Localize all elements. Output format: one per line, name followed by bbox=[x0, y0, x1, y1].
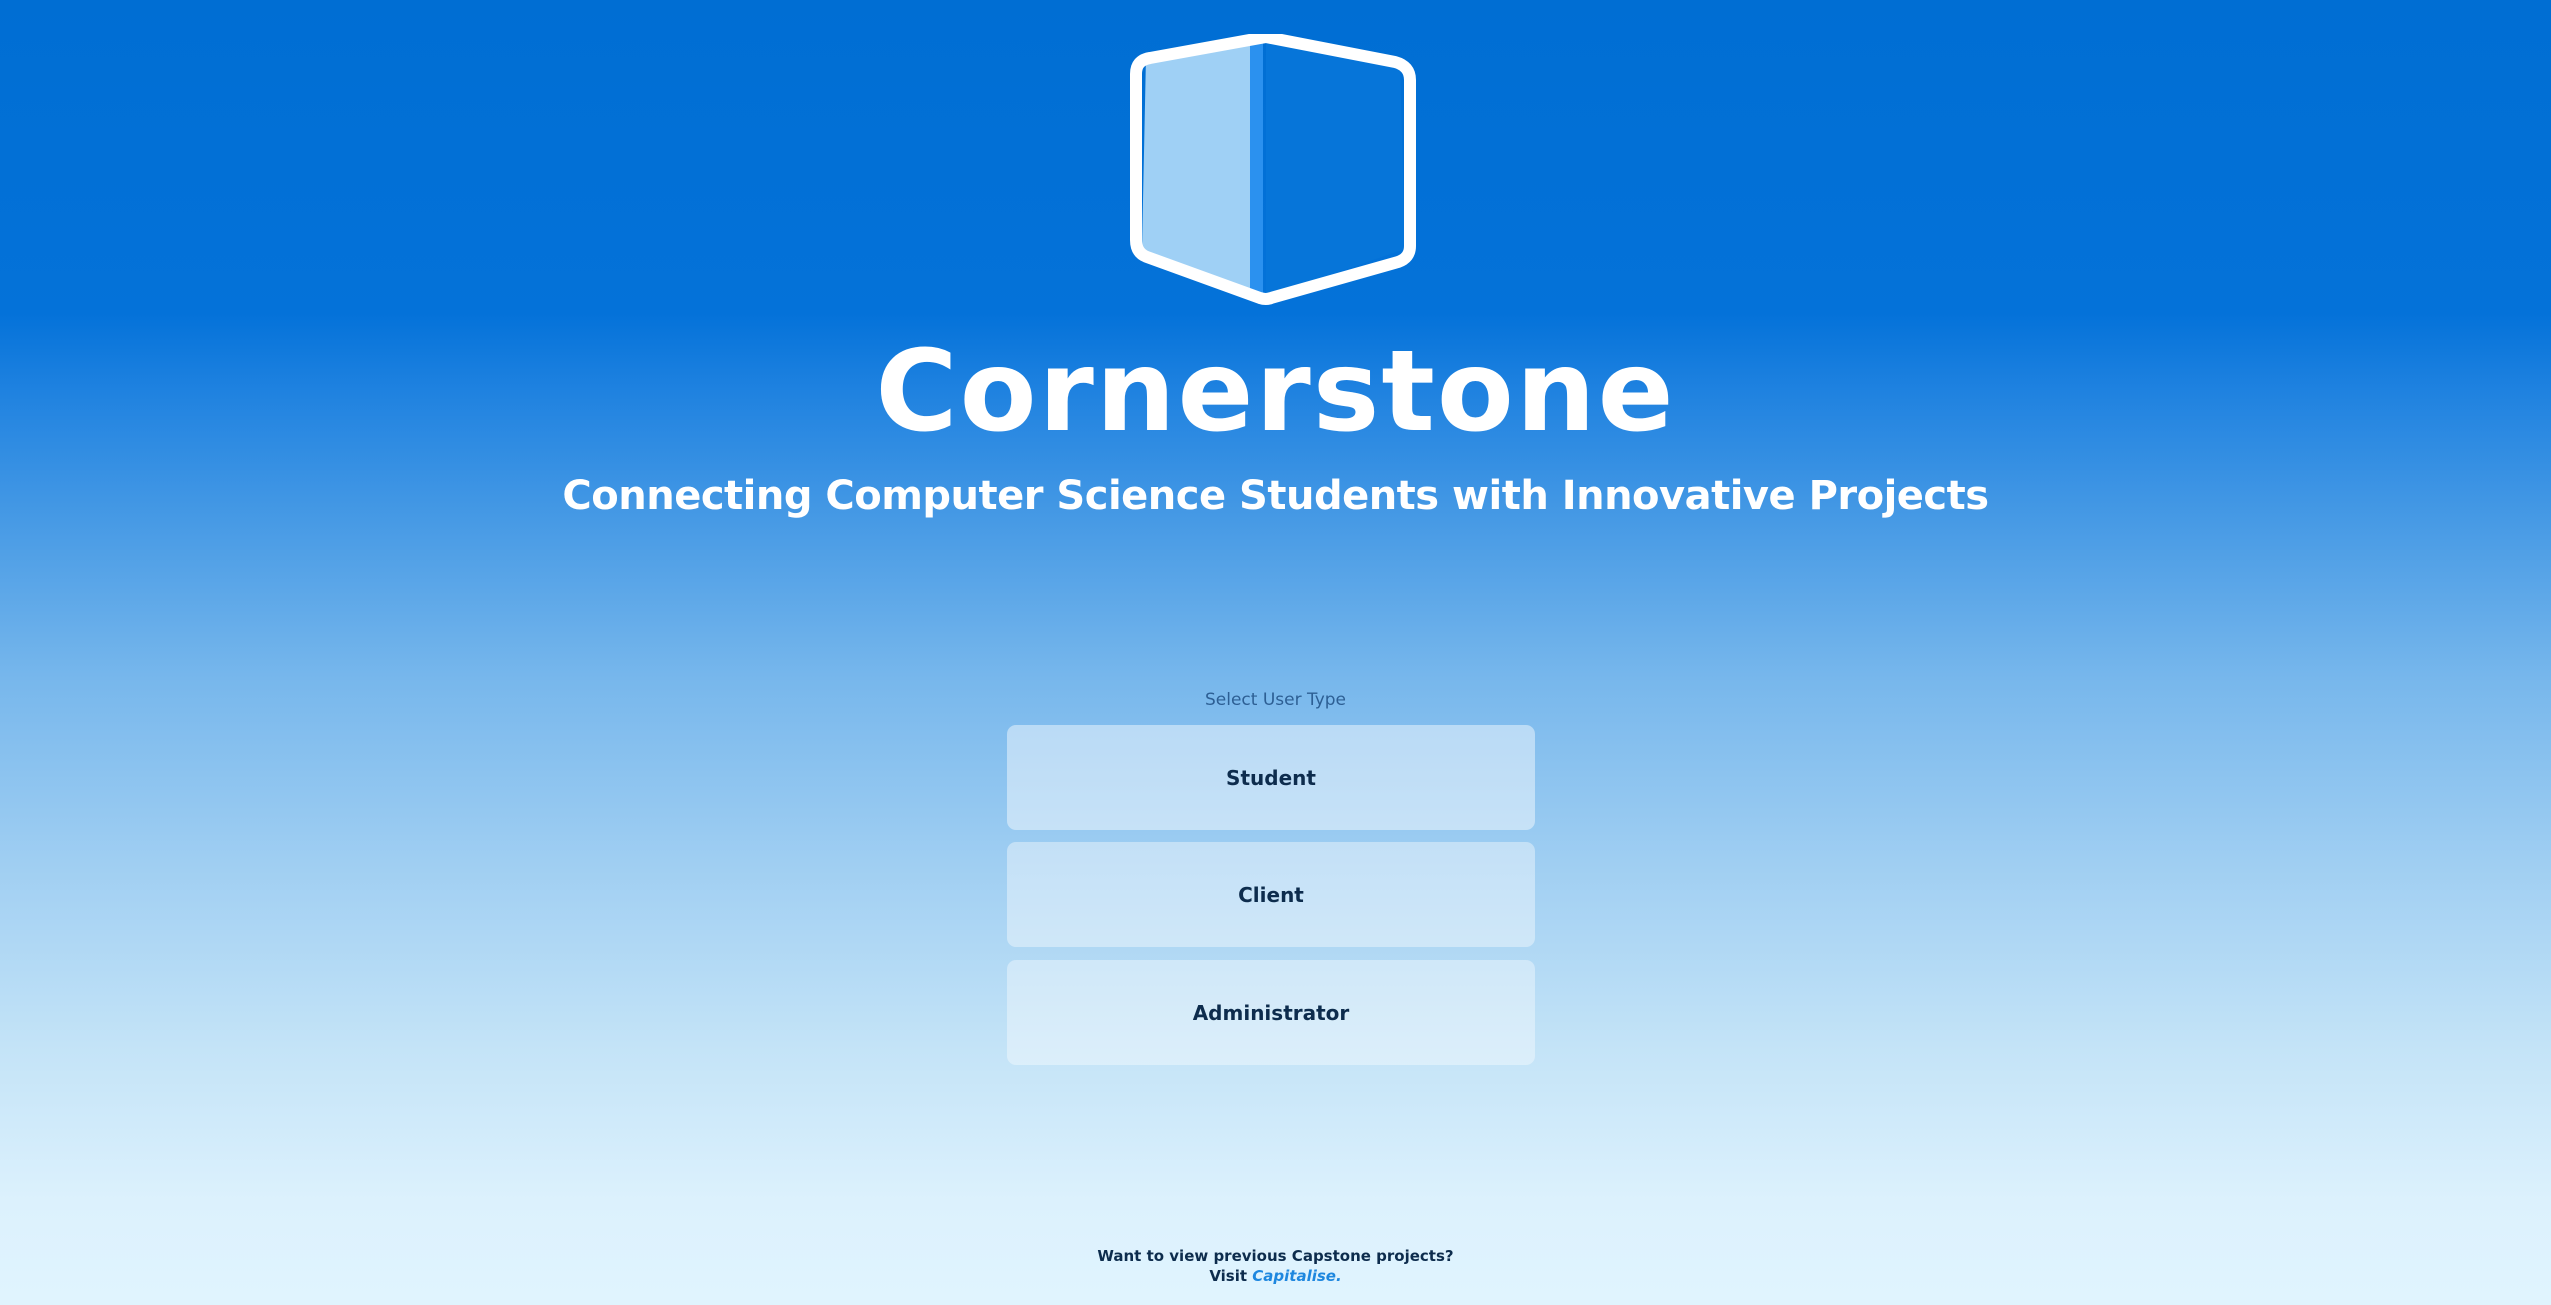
footer: Want to view previous Capstone projects?… bbox=[0, 1246, 2551, 1286]
footer-visit-line: Visit Capitalise. bbox=[0, 1266, 2551, 1286]
user-type-label: Select User Type bbox=[1204, 690, 1347, 710]
user-type-administrator-label: Administrator bbox=[1192, 1000, 1350, 1025]
user-type-student-label: Student bbox=[1226, 765, 1316, 790]
footer-visit-text: Visit bbox=[1209, 1267, 1248, 1285]
capitalise-link[interactable]: Capitalise. bbox=[1252, 1267, 1341, 1285]
app-title: Cornerstone bbox=[875, 327, 1676, 457]
user-type-client-button[interactable]: Client bbox=[1007, 842, 1535, 947]
user-type-client-label: Client bbox=[1238, 882, 1304, 907]
user-type-student-button[interactable]: Student bbox=[1007, 725, 1535, 830]
app-tagline: Connecting Computer Science Students wit… bbox=[562, 473, 1989, 519]
cube-logo-icon bbox=[1130, 31, 1420, 310]
user-type-administrator-button[interactable]: Administrator bbox=[1007, 960, 1535, 1065]
footer-prompt: Want to view previous Capstone projects? bbox=[1097, 1247, 1454, 1265]
